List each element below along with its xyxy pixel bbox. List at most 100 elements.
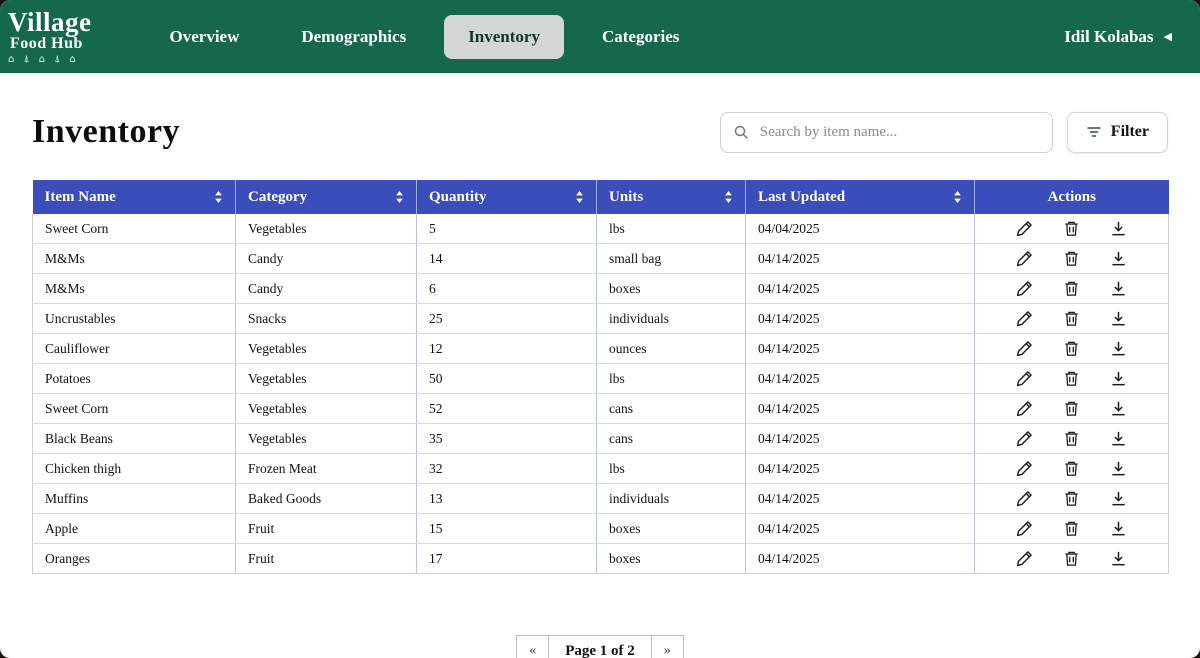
download-icon xyxy=(1110,310,1127,327)
nav-item-demographics[interactable]: Demographics xyxy=(277,15,430,59)
download-button[interactable] xyxy=(1107,278,1130,299)
sort-icon[interactable] xyxy=(724,190,733,204)
table-cell: Black Beans xyxy=(33,424,236,454)
sort-icon[interactable] xyxy=(953,190,962,204)
table-header-row: Item Name Category QuantityUnits Last Updat… xyxy=(33,180,1169,214)
actions-cell xyxy=(975,214,1169,244)
edit-button[interactable] xyxy=(1013,518,1036,539)
column-label: Last Updated xyxy=(758,189,845,206)
download-button[interactable] xyxy=(1107,398,1130,419)
download-button[interactable] xyxy=(1107,428,1130,449)
delete-button[interactable] xyxy=(1060,368,1083,389)
search-input[interactable] xyxy=(758,123,1040,142)
table-cell: small bag xyxy=(597,244,746,274)
delete-button[interactable] xyxy=(1060,488,1083,509)
edit-button[interactable] xyxy=(1013,488,1036,509)
column-header-last-updated[interactable]: Last Updated xyxy=(746,180,975,214)
trash-icon xyxy=(1063,400,1080,417)
table-cell: cans xyxy=(597,394,746,424)
download-button[interactable] xyxy=(1107,338,1130,359)
download-button[interactable] xyxy=(1107,218,1130,239)
user-menu[interactable]: Idil Kolabas ◀ xyxy=(1064,27,1172,47)
delete-button[interactable] xyxy=(1060,308,1083,329)
delete-button[interactable] xyxy=(1060,428,1083,449)
actions-cell xyxy=(975,304,1169,334)
column-header-quantity[interactable]: Quantity xyxy=(417,180,597,214)
edit-button[interactable] xyxy=(1013,248,1036,269)
column-label: Item Name xyxy=(45,189,116,206)
delete-button[interactable] xyxy=(1060,458,1083,479)
edit-button[interactable] xyxy=(1013,368,1036,389)
delete-button[interactable] xyxy=(1060,518,1083,539)
edit-button[interactable] xyxy=(1013,308,1036,329)
download-button[interactable] xyxy=(1107,488,1130,509)
table-cell: Baked Goods xyxy=(236,484,417,514)
sort-icon[interactable] xyxy=(575,190,584,204)
page-title: Inventory xyxy=(32,113,180,151)
actions-cell xyxy=(975,514,1169,544)
delete-button[interactable] xyxy=(1060,218,1083,239)
download-button[interactable] xyxy=(1107,548,1130,569)
nav-items: Overview Demographics Inventory Categories xyxy=(146,15,704,59)
pagination-next-button[interactable]: » xyxy=(651,635,684,658)
table-cell: 04/14/2025 xyxy=(746,304,975,334)
column-header-category[interactable]: Category xyxy=(236,180,417,214)
pagination-status: Page 1 of 2 xyxy=(548,635,652,658)
download-button[interactable] xyxy=(1107,458,1130,479)
edit-button[interactable] xyxy=(1013,548,1036,569)
table-row: AppleFruit15boxes04/14/2025 xyxy=(33,514,1169,544)
table-cell: Fruit xyxy=(236,544,417,574)
pagination-prev-button[interactable]: « xyxy=(516,635,549,658)
table-cell: ounces xyxy=(597,334,746,364)
delete-button[interactable] xyxy=(1060,548,1083,569)
actions-cell xyxy=(975,244,1169,274)
table-row: Sweet CornVegetables5lbs04/04/2025 xyxy=(33,214,1169,244)
column-label: Category xyxy=(248,189,307,206)
edit-button[interactable] xyxy=(1013,278,1036,299)
edit-button[interactable] xyxy=(1013,218,1036,239)
table-row: Chicken thighFrozen Meat32lbs04/14/2025 xyxy=(33,454,1169,484)
table-cell: 04/14/2025 xyxy=(746,454,975,484)
table-cell: Vegetables xyxy=(236,364,417,394)
edit-button[interactable] xyxy=(1013,458,1036,479)
actions-cell xyxy=(975,454,1169,484)
table-cell: individuals xyxy=(597,304,746,334)
pencil-icon xyxy=(1016,280,1033,297)
nav-item-categories[interactable]: Categories xyxy=(578,15,703,59)
toolbar: Filter xyxy=(720,112,1168,153)
column-header-item-name[interactable]: Item Name xyxy=(33,180,236,214)
table-cell: M&Ms xyxy=(33,244,236,274)
delete-button[interactable] xyxy=(1060,278,1083,299)
download-button[interactable] xyxy=(1107,308,1130,329)
pencil-icon xyxy=(1016,490,1033,507)
table-row: UncrustablesSnacks25individuals04/14/202… xyxy=(33,304,1169,334)
column-header-actions: Actions xyxy=(975,180,1169,214)
delete-button[interactable] xyxy=(1060,248,1083,269)
table-body: Sweet CornVegetables5lbs04/04/2025M&MsCa… xyxy=(33,214,1169,574)
table-cell: boxes xyxy=(597,514,746,544)
column-header-units[interactable]: Units xyxy=(597,180,746,214)
download-button[interactable] xyxy=(1107,518,1130,539)
download-button[interactable] xyxy=(1107,248,1130,269)
table-cell: 04/14/2025 xyxy=(746,364,975,394)
table-cell: Snacks xyxy=(236,304,417,334)
brand-logo[interactable]: Village Food Hub ⌂ ⍋ ⌂ ⍋ ⌂ xyxy=(8,8,92,66)
table-cell: 04/14/2025 xyxy=(746,334,975,364)
edit-button[interactable] xyxy=(1013,398,1036,419)
table-cell: 12 xyxy=(417,334,597,364)
edit-button[interactable] xyxy=(1013,428,1036,449)
nav-item-overview[interactable]: Overview xyxy=(146,15,264,59)
sort-icon[interactable] xyxy=(214,190,223,204)
filter-button[interactable]: Filter xyxy=(1067,112,1168,153)
sort-icon[interactable] xyxy=(395,190,404,204)
nav-item-inventory[interactable]: Inventory xyxy=(444,15,564,59)
table-cell: 14 xyxy=(417,244,597,274)
delete-button[interactable] xyxy=(1060,398,1083,419)
main-content: Inventory Filter xyxy=(0,111,1200,658)
table-row: M&MsCandy14small bag04/14/2025 xyxy=(33,244,1169,274)
download-button[interactable] xyxy=(1107,368,1130,389)
table-cell: boxes xyxy=(597,274,746,304)
delete-button[interactable] xyxy=(1060,338,1083,359)
edit-button[interactable] xyxy=(1013,338,1036,359)
table-cell: Candy xyxy=(236,274,417,304)
